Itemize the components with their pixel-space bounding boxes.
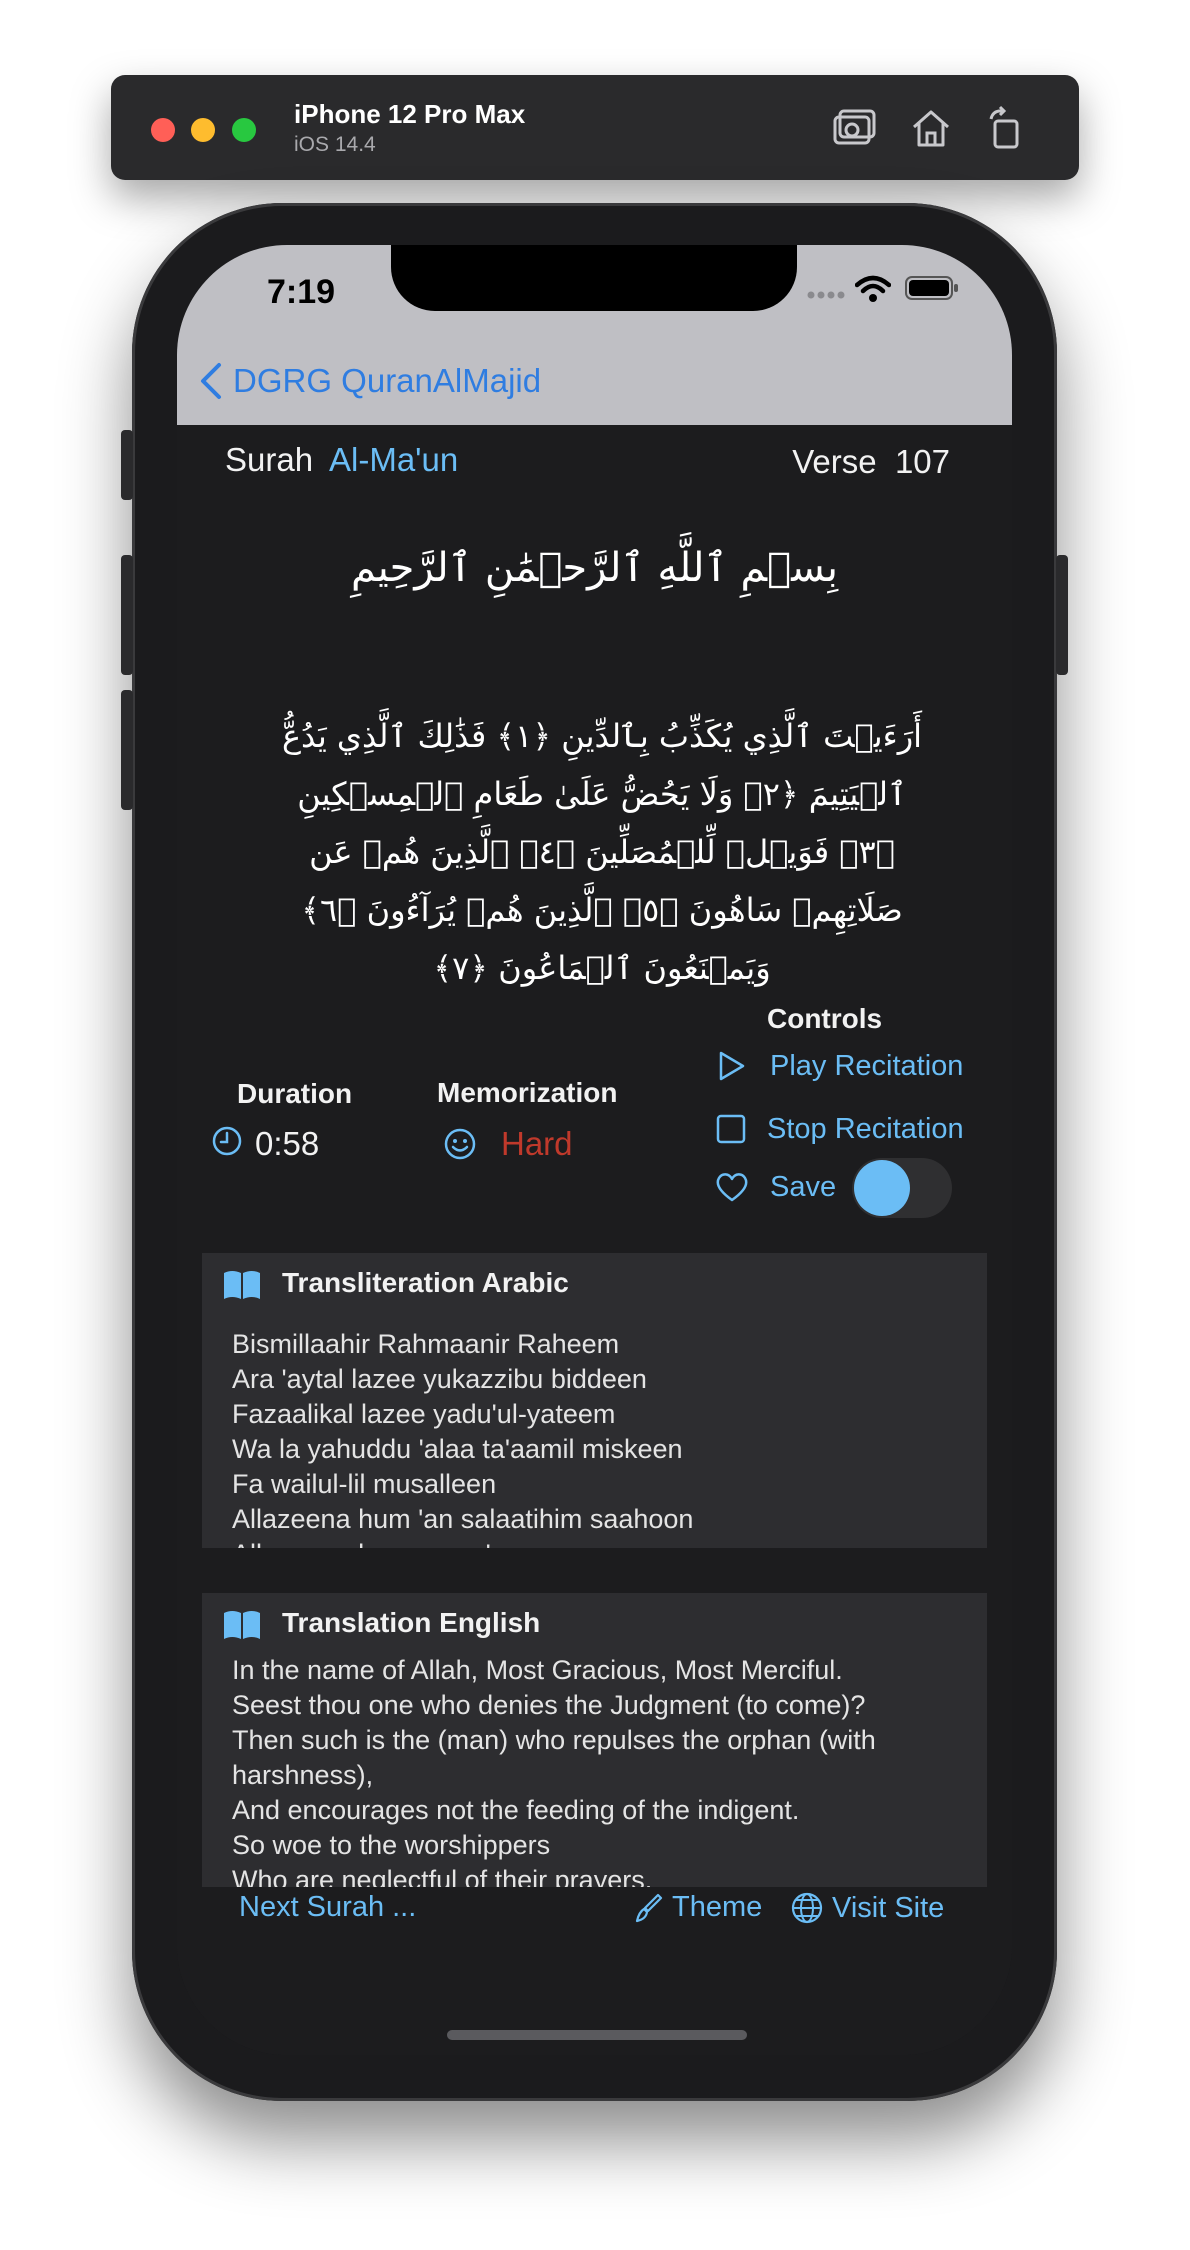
transliteration-line: Fa wailul-lil musalleen <box>232 1469 497 1499</box>
duration-heading: Duration <box>237 1078 353 1109</box>
clock-icon <box>212 1126 242 1156</box>
device-name: iPhone 12 Pro Max <box>294 99 526 129</box>
transliteration-line: Allazeena hum yuraa'oon <box>232 1537 693 1548</box>
power-button <box>1056 555 1068 675</box>
translation-title: Translation English <box>282 1607 541 1638</box>
play-recitation-label: Play Recitation <box>770 1049 964 1082</box>
phone-screen: 7:19 DGRG QuranAlMajid Surah Al-Ma'un Ve… <box>177 245 1012 2055</box>
transliteration-text[interactable]: Bismillaahir Rahmaanir Raheem Ara 'aytal… <box>232 1327 693 1548</box>
paintbrush-icon <box>635 1893 663 1922</box>
device-os: iOS 14.4 <box>294 133 376 156</box>
simulator-toolbar: iPhone 12 Pro Max iOS 14.4 <box>111 75 1079 180</box>
stop-icon <box>716 1114 746 1144</box>
heart-icon <box>716 1173 748 1202</box>
stop-recitation-button[interactable]: Stop Recitation <box>714 1112 964 1146</box>
save-toggle[interactable] <box>852 1158 952 1218</box>
notch <box>391 245 797 311</box>
visit-site-label: Visit Site <box>832 1891 945 1924</box>
memorization-value: Hard <box>501 1125 573 1162</box>
transliteration-line: Ara 'aytal lazee yukazzibu biddeen <box>232 1364 647 1394</box>
translation-text[interactable]: In the name of Allah, Most Gracious, Mos… <box>232 1653 876 1887</box>
translation-line: So woe to the worshippers <box>232 1830 551 1860</box>
home-icon[interactable] <box>908 105 954 151</box>
wifi-icon <box>855 275 891 302</box>
transliteration-line: Bismillaahir Rahmaanir Raheem <box>232 1329 620 1359</box>
surah-name: Al-Ma'un <box>329 441 459 478</box>
cellular-icon <box>807 291 845 299</box>
play-recitation-button[interactable]: Play Recitation <box>714 1049 963 1083</box>
back-button[interactable]: DGRG QuranAlMajid <box>199 361 541 401</box>
smiley-icon <box>444 1128 476 1160</box>
memorization-heading: Memorization <box>437 1077 618 1108</box>
save-control: Save <box>714 1170 836 1204</box>
translation-card: Translation English In the name of Allah… <box>202 1593 987 1887</box>
theme-label: Theme <box>672 1891 763 1923</box>
zoom-window-button[interactable] <box>232 118 256 142</box>
surah-content: Surah Al-Ma'un Verse 107 بِسۡمِ ٱللَّهِ … <box>177 425 1012 2055</box>
theme-button[interactable]: Theme <box>632 1891 762 1924</box>
status-bar: 7:19 DGRG QuranAlMajid <box>177 245 1012 425</box>
minimize-window-button[interactable] <box>191 118 215 142</box>
back-button-label: DGRG QuranAlMajid <box>233 362 542 399</box>
translation-line: And encourages not the feeding of the in… <box>232 1795 800 1825</box>
next-surah-button[interactable]: Next Surah ... <box>239 1891 416 1924</box>
footer-toolbar: Next Surah ... Theme Visit Site <box>177 1883 1012 1943</box>
translation-line: Then such is the (man) who repulses the … <box>232 1725 876 1755</box>
screenshot-icon[interactable] <box>831 105 877 151</box>
surah-label: Surah <box>225 441 314 478</box>
transliteration-line: Fazaalikal lazee yadu'ul-yateem <box>232 1399 616 1429</box>
translation-line: harshness), <box>232 1760 374 1790</box>
translation-line: Seest thou one who denies the Judgment (… <box>232 1690 866 1720</box>
navigation-bar: DGRG QuranAlMajid <box>177 345 1012 425</box>
volume-up-button <box>121 555 133 675</box>
book-icon <box>224 1611 260 1639</box>
controls-heading: Controls <box>767 1003 883 1034</box>
arabic-verses: أَرَءَيۡتَ ٱلَّذِي يُكَذِّبُ بِٱلدِّينِ … <box>281 717 923 987</box>
globe-icon <box>791 1892 823 1924</box>
bismillah-calligraphy: بِسۡمِ ٱللَّهِ ٱلرَّحۡمَٰنِ ٱلرَّحِيمِ <box>350 545 838 591</box>
stop-recitation-label: Stop Recitation <box>767 1112 964 1145</box>
transliteration-card: Transliteration Arabic Bismillaahir Rahm… <box>202 1253 987 1548</box>
volume-down-button <box>121 690 133 810</box>
transliteration-line: Allazeena hum 'an salaatihim saahoon <box>232 1504 694 1534</box>
verse-label: Verse <box>792 443 877 480</box>
rotate-icon[interactable] <box>983 105 1029 151</box>
verse-info: Verse 107 <box>792 443 950 481</box>
silent-switch <box>121 430 133 500</box>
close-window-button[interactable] <box>151 118 175 142</box>
home-indicator[interactable] <box>447 2030 747 2040</box>
chevron-left-icon <box>201 363 221 399</box>
visit-site-button[interactable]: Visit Site <box>790 1891 944 1925</box>
status-time: 7:19 <box>267 273 336 311</box>
verse-number: 107 <box>894 443 950 480</box>
translation-line: In the name of Allah, Most Gracious, Mos… <box>232 1655 843 1685</box>
battery-icon <box>905 276 958 300</box>
save-toggle-knob <box>854 1160 910 1216</box>
play-icon <box>719 1051 745 1081</box>
transliteration-title: Transliteration Arabic <box>282 1267 569 1298</box>
transliteration-line: Wa la yahuddu 'alaa ta'aamil miskeen <box>232 1434 683 1464</box>
book-icon <box>224 1271 260 1299</box>
duration-value: 0:58 <box>255 1125 320 1162</box>
save-label: Save <box>770 1170 837 1203</box>
